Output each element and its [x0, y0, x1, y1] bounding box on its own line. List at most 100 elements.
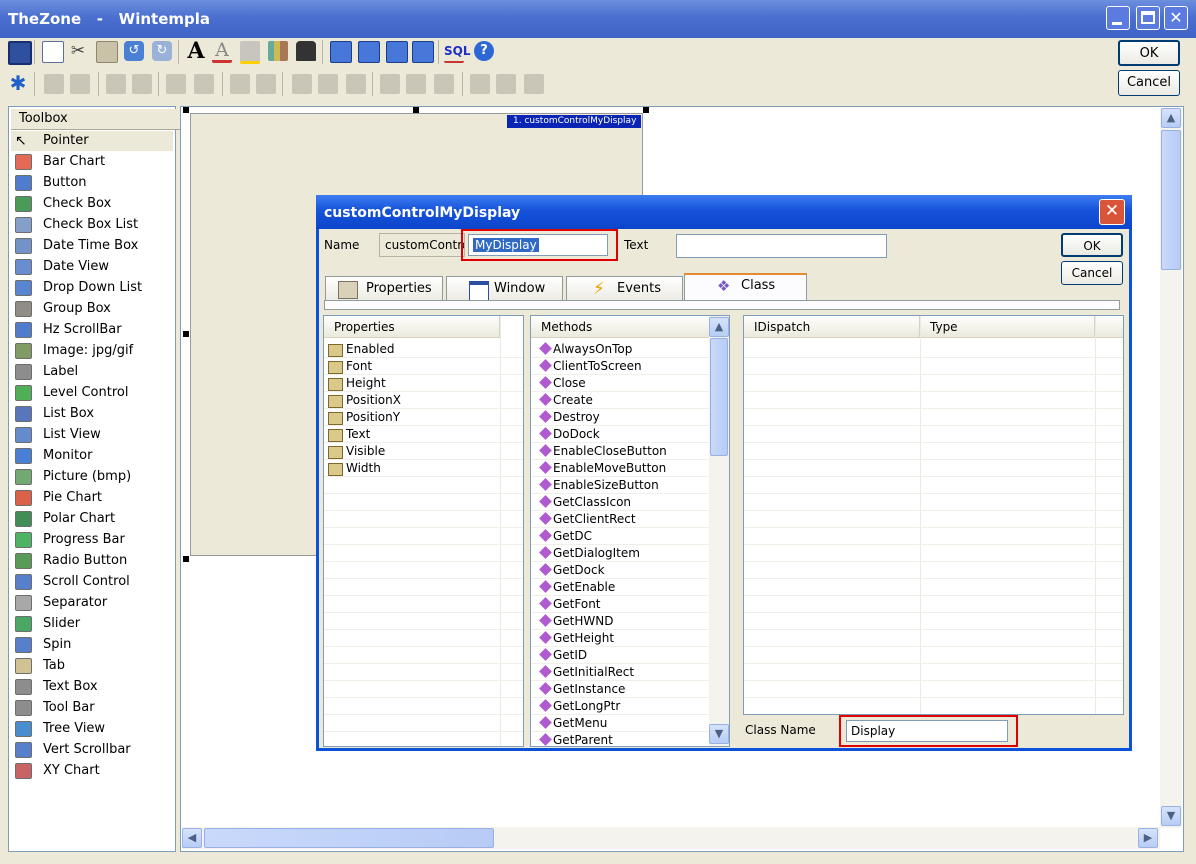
list-item[interactable]: DoDock	[531, 426, 709, 443]
list-item[interactable]: GetDialogItem	[531, 545, 709, 562]
align-tool-4-icon[interactable]	[132, 74, 152, 94]
dialog-close-button[interactable]: ✕	[1099, 199, 1125, 225]
list-item[interactable]: Width	[324, 460, 523, 477]
maximize-button[interactable]	[1136, 6, 1160, 30]
toolbox-item[interactable]: Bar Chart	[11, 152, 173, 172]
text-input[interactable]	[676, 234, 887, 258]
move-forward-icon[interactable]	[386, 41, 408, 63]
pens-icon[interactable]	[268, 41, 288, 61]
align-tool-15-icon[interactable]	[470, 74, 490, 94]
toolbox-item[interactable]: Button	[11, 173, 173, 193]
redo-icon[interactable]: ↻	[152, 41, 172, 61]
align-tool-14-icon[interactable]	[434, 74, 454, 94]
resize-handle[interactable]	[183, 107, 189, 113]
toolbox-item[interactable]: Drop Down List	[11, 278, 173, 298]
minimize-button[interactable]	[1106, 6, 1130, 30]
toolbox-item[interactable]: Scroll Control	[11, 572, 173, 592]
methods-scrollbar[interactable]: ▲ ▼	[709, 316, 729, 746]
align-tool-6-icon[interactable]	[194, 74, 214, 94]
list-item[interactable]: GetID	[531, 647, 709, 664]
toolbox-item[interactable]: Group Box	[11, 299, 173, 319]
tab-properties[interactable]: Properties	[325, 276, 443, 300]
list-item[interactable]: Text	[324, 426, 523, 443]
list-item[interactable]: ClientToScreen	[531, 358, 709, 375]
list-item[interactable]: EnableMoveButton	[531, 460, 709, 477]
toolbox-item[interactable]: Hz ScrollBar	[11, 320, 173, 340]
list-item[interactable]: GetInitialRect	[531, 664, 709, 681]
toolbox-item[interactable]: Spin	[11, 635, 173, 655]
list-item[interactable]: PositionY	[324, 409, 523, 426]
vertical-scrollbar[interactable]: ▲ ▼	[1160, 108, 1182, 828]
toolbox-item[interactable]: Date View	[11, 257, 173, 277]
scroll-thumb[interactable]	[710, 338, 728, 456]
tab-window[interactable]: Window	[446, 276, 563, 302]
align-tool-5-icon[interactable]	[166, 74, 186, 94]
align-tool-16-icon[interactable]	[496, 74, 516, 94]
paste-icon[interactable]	[96, 41, 118, 63]
tab-events[interactable]: ⚡ Events	[566, 276, 683, 300]
list-item[interactable]: AlwaysOnTop	[531, 341, 709, 358]
list-item[interactable]: Close	[531, 375, 709, 392]
toolbox-item[interactable]: Pie Chart	[11, 488, 173, 508]
list-item[interactable]: GetEnable	[531, 579, 709, 596]
align-tool-17-icon[interactable]	[524, 74, 544, 94]
dialog-ok-button[interactable]: OK	[1061, 233, 1123, 257]
scroll-left-button[interactable]: ◀	[182, 828, 202, 848]
toolbox-item[interactable]: Polar Chart	[11, 509, 173, 529]
sql-icon[interactable]: SQL	[444, 41, 471, 63]
list-item[interactable]: GetParent	[531, 732, 709, 746]
align-tool-9-icon[interactable]	[292, 74, 312, 94]
scroll-thumb[interactable]	[204, 828, 494, 848]
list-item[interactable]: EnableCloseButton	[531, 443, 709, 460]
dialog-cancel-button[interactable]: Cancel	[1061, 261, 1123, 285]
scroll-up-button[interactable]: ▲	[1161, 108, 1181, 128]
toolbox-item[interactable]: Tool Bar	[11, 698, 173, 718]
idispatch-list[interactable]: IDispatch Type	[743, 315, 1124, 715]
toolbox-item[interactable]: Date Time Box	[11, 236, 173, 256]
list-item[interactable]: GetFont	[531, 596, 709, 613]
toolbox-item[interactable]: Label	[11, 362, 173, 382]
toolbox-item[interactable]: Picture (bmp)	[11, 467, 173, 487]
resize-handle[interactable]	[643, 107, 649, 113]
scroll-thumb[interactable]	[1161, 130, 1181, 270]
cut-icon[interactable]: ✂	[68, 41, 88, 61]
align-tool-10-icon[interactable]	[318, 74, 338, 94]
ok-button[interactable]: OK	[1118, 40, 1180, 66]
list-item[interactable]: Font	[324, 358, 523, 375]
bring-front-icon[interactable]	[330, 41, 352, 63]
scroll-down-button[interactable]: ▼	[709, 724, 729, 744]
list-item[interactable]: GetLongPtr	[531, 698, 709, 715]
toolbox-item[interactable]: Tree View	[11, 719, 173, 739]
fill-color-icon[interactable]	[240, 41, 260, 64]
help-icon[interactable]: ?	[474, 41, 494, 61]
toolbox-item[interactable]: List View	[11, 425, 173, 445]
toolbox-item[interactable]: Image: jpg/gif	[11, 341, 173, 361]
resize-handle[interactable]	[183, 556, 189, 562]
toolbox-item[interactable]: Progress Bar	[11, 530, 173, 550]
align-tool-1-icon[interactable]	[44, 74, 64, 94]
toolbox-item[interactable]: Separator	[11, 593, 173, 613]
align-tool-7-icon[interactable]	[230, 74, 250, 94]
scroll-down-button[interactable]: ▼	[1161, 806, 1181, 826]
toolbox-item[interactable]: Text Box	[11, 677, 173, 697]
list-item[interactable]: GetClientRect	[531, 511, 709, 528]
toolbox-item[interactable]: ↖ Pointer	[11, 131, 173, 151]
toolbox-item[interactable]: XY Chart	[11, 761, 173, 781]
scroll-up-button[interactable]: ▲	[709, 317, 729, 337]
list-item[interactable]: Destroy	[531, 409, 709, 426]
copy-icon[interactable]	[42, 41, 64, 63]
list-item[interactable]: GetHWND	[531, 613, 709, 630]
toolbox-item[interactable]: Monitor	[11, 446, 173, 466]
list-item[interactable]: GetInstance	[531, 681, 709, 698]
toolbox-item[interactable]: Check Box List	[11, 215, 173, 235]
toolbox-item[interactable]: Slider	[11, 614, 173, 634]
list-item[interactable]: GetDC	[531, 528, 709, 545]
list-item[interactable]: GetHeight	[531, 630, 709, 647]
font-icon[interactable]: A	[186, 40, 206, 62]
properties-list[interactable]: Properties Enabled Font Height PositionX Pos…	[323, 315, 524, 747]
toolbox-item[interactable]: Vert Scrollbar	[11, 740, 173, 760]
toolbox-item[interactable]: Check Box	[11, 194, 173, 214]
methods-list[interactable]: Methods AlwaysOnTop ClientToScreen Close Cr…	[530, 315, 730, 747]
horizontal-scrollbar[interactable]: ◀ ▶	[182, 827, 1160, 849]
list-item[interactable]: GetMenu	[531, 715, 709, 732]
